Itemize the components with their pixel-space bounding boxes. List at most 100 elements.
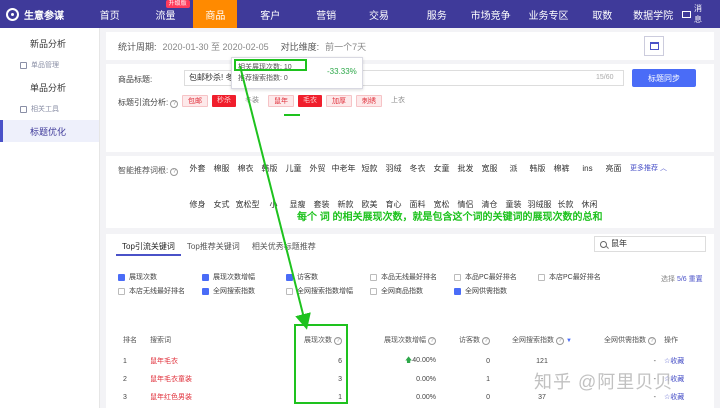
metric-checkbox[interactable]: 本店无线最好排名 xyxy=(118,286,202,296)
chip[interactable]: 冬装 xyxy=(240,95,264,107)
nav-traffic[interactable]: 流量 升级版 xyxy=(138,0,194,28)
checkbox-empty-icon xyxy=(454,273,461,281)
nav-marketing[interactable]: 营销 xyxy=(303,0,349,28)
recommend-word[interactable]: 羽绒 xyxy=(382,161,405,177)
tab-top-traffic[interactable]: Top引流关键词 xyxy=(116,238,181,256)
chip[interactable]: 毛衣 xyxy=(298,95,322,107)
metric-checkbox[interactable]: 本品无线最好排名 xyxy=(370,272,454,282)
chip[interactable]: 刺绣 xyxy=(356,95,382,107)
brand[interactable]: 生意参谋 xyxy=(0,7,82,22)
col-growth[interactable]: 展现次数增幅? xyxy=(368,335,436,345)
recommend-word[interactable]: 冬衣 xyxy=(406,161,429,177)
help-icon[interactable]: ? xyxy=(556,337,565,345)
metric-checkbox[interactable]: 全网商品指数 xyxy=(370,286,454,296)
checkbox-empty-icon xyxy=(286,287,293,295)
help-icon[interactable]: ? xyxy=(482,337,490,345)
metric-checkbox[interactable]: 全网搜索指数 xyxy=(202,286,286,296)
nav-academy[interactable]: 数据学院 xyxy=(624,0,682,28)
more-recommend-link[interactable]: 更多推荐 ︿ xyxy=(630,161,667,177)
recommend-word[interactable]: 外套 xyxy=(186,161,209,177)
upgrade-badge: 升级版 xyxy=(165,0,190,8)
recommend-word[interactable]: 女童 xyxy=(430,161,453,177)
metric-checkbox[interactable]: 访客数 xyxy=(286,272,370,282)
metric-checkbox-label: 展现次数增幅 xyxy=(213,274,255,281)
nav-home[interactable]: 首页 xyxy=(82,0,138,28)
search-input[interactable]: 鼠年 xyxy=(594,236,706,252)
row-growth-value: 40.00% xyxy=(412,356,436,364)
recommend-word[interactable]: 女式 xyxy=(210,197,233,213)
help-icon[interactable]: ? xyxy=(648,337,656,345)
metric-checkbox[interactable]: 全网供需指数 xyxy=(454,286,538,296)
recommend-word[interactable]: 宽服 xyxy=(478,161,501,177)
row-rank: 1 xyxy=(123,357,127,365)
help-icon[interactable]: ? xyxy=(170,100,179,108)
recommend-label-text: 智能推荐词根: xyxy=(118,166,169,175)
row-break xyxy=(186,177,706,197)
metric-checkbox[interactable]: 展现次数 xyxy=(118,272,202,282)
recommend-word[interactable]: ins xyxy=(574,161,601,177)
chip[interactable]: 上衣 xyxy=(386,95,410,107)
tab-top-recommend[interactable]: Top推荐关键词 xyxy=(181,238,246,256)
metric-checkbox[interactable]: 本店PC最好排名 xyxy=(538,272,622,282)
nav-fetch[interactable]: 取数 xyxy=(580,0,624,28)
tab-title-recommend[interactable]: 相关优秀标题推荐 xyxy=(246,238,322,256)
select-count-value: 5/6 xyxy=(676,276,687,283)
recommend-word[interactable]: 亮面 xyxy=(602,161,625,177)
recommend-word[interactable]: 棉衣 xyxy=(234,161,257,177)
chip[interactable]: 加厚 xyxy=(326,95,352,107)
nav-service[interactable]: 服务 xyxy=(409,0,465,28)
chip[interactable]: 鼠年 xyxy=(268,95,294,107)
row-growth: 🡅40.00% xyxy=(368,356,436,367)
recommend-word[interactable]: 小 xyxy=(262,197,285,213)
metric-checkbox[interactable]: 全网搜索指数增幅 xyxy=(286,286,370,296)
col-label: 访客数 xyxy=(459,337,480,344)
col-supply-index[interactable]: 全网供需指数? xyxy=(596,335,656,345)
title-section: 商品标题: 包邮秒杀! 冬 15/60 标题同步 标题引流分析:? 包邮 秒杀 … xyxy=(106,64,714,152)
recommend-word[interactable]: 棉服 xyxy=(210,161,233,177)
favorite-label: 收藏 xyxy=(670,394,685,401)
row-keyword[interactable]: 鼠年毛衣 xyxy=(150,356,178,366)
recommend-word[interactable]: 批发 xyxy=(454,161,477,177)
sidebar-item-new-product[interactable]: 新品分析 xyxy=(0,32,99,54)
recommend-word[interactable]: 韩版 xyxy=(526,161,549,177)
recommend-word[interactable]: 韩版 xyxy=(258,161,281,177)
sync-title-button[interactable]: 标题同步 xyxy=(632,69,696,87)
nav-trade[interactable]: 交易 xyxy=(349,0,409,28)
help-icon[interactable]: ? xyxy=(170,168,179,176)
recommend-word[interactable]: 派 xyxy=(502,161,525,177)
nav-market[interactable]: 市场竞争 xyxy=(465,0,517,28)
recommend-word[interactable]: 宽松型 xyxy=(234,197,261,213)
sidebar-item-single-analysis[interactable]: 单品分析 xyxy=(0,76,99,98)
chip[interactable]: 包邮 xyxy=(182,95,208,107)
metric-checkbox[interactable]: 本品PC最好排名 xyxy=(454,272,538,282)
recommend-word[interactable]: 修身 xyxy=(186,197,209,213)
row-keyword[interactable]: 鼠年毛衣童装 xyxy=(150,374,192,384)
sidebar-item-title-opt[interactable]: 标题优化 xyxy=(0,120,99,142)
sort-desc-icon[interactable]: ▼ xyxy=(566,338,572,344)
box-icon xyxy=(20,61,27,69)
metric-checkbox[interactable]: 展现次数增幅 xyxy=(202,272,286,282)
reset-link[interactable]: 重置 xyxy=(689,276,703,283)
row-growth: 0.00% xyxy=(368,376,436,383)
tooltip-label: 推荐搜索指数: xyxy=(238,75,282,82)
help-icon[interactable]: ? xyxy=(428,337,436,345)
col-visitors[interactable]: 访客数? xyxy=(444,335,490,345)
nav-business[interactable]: 业务专区 xyxy=(517,0,581,28)
messages[interactable]: 消息 xyxy=(682,3,720,25)
watermark: 知乎 @阿里贝贝 xyxy=(534,372,674,392)
row-keyword[interactable]: 鼠年红色男装 xyxy=(150,392,192,402)
metric-checkbox-label: 访客数 xyxy=(297,274,318,281)
favorite-button[interactable]: ☆收藏 xyxy=(664,356,684,366)
recommend-word[interactable]: 短款 xyxy=(358,161,381,177)
chip[interactable]: 秒杀 xyxy=(212,95,236,107)
annotation-text: 每个 词 的相关展现次数，就是包含这个词的关键词的展现次数的总和 xyxy=(297,212,603,223)
nav-customer[interactable]: 客户 xyxy=(237,0,303,28)
recommend-word[interactable]: 外贸 xyxy=(306,161,329,177)
calendar-button[interactable] xyxy=(644,36,664,56)
col-search-index[interactable]: 全网搜索指数? ▼ xyxy=(502,335,582,345)
recommend-word[interactable]: 儿童 xyxy=(282,161,305,177)
compare-value[interactable]: 前一个7天 xyxy=(325,40,366,53)
recommend-word[interactable]: 中老年 xyxy=(330,161,357,177)
recommend-word[interactable]: 棉裤 xyxy=(550,161,573,177)
nav-product[interactable]: 商品 xyxy=(193,0,238,28)
